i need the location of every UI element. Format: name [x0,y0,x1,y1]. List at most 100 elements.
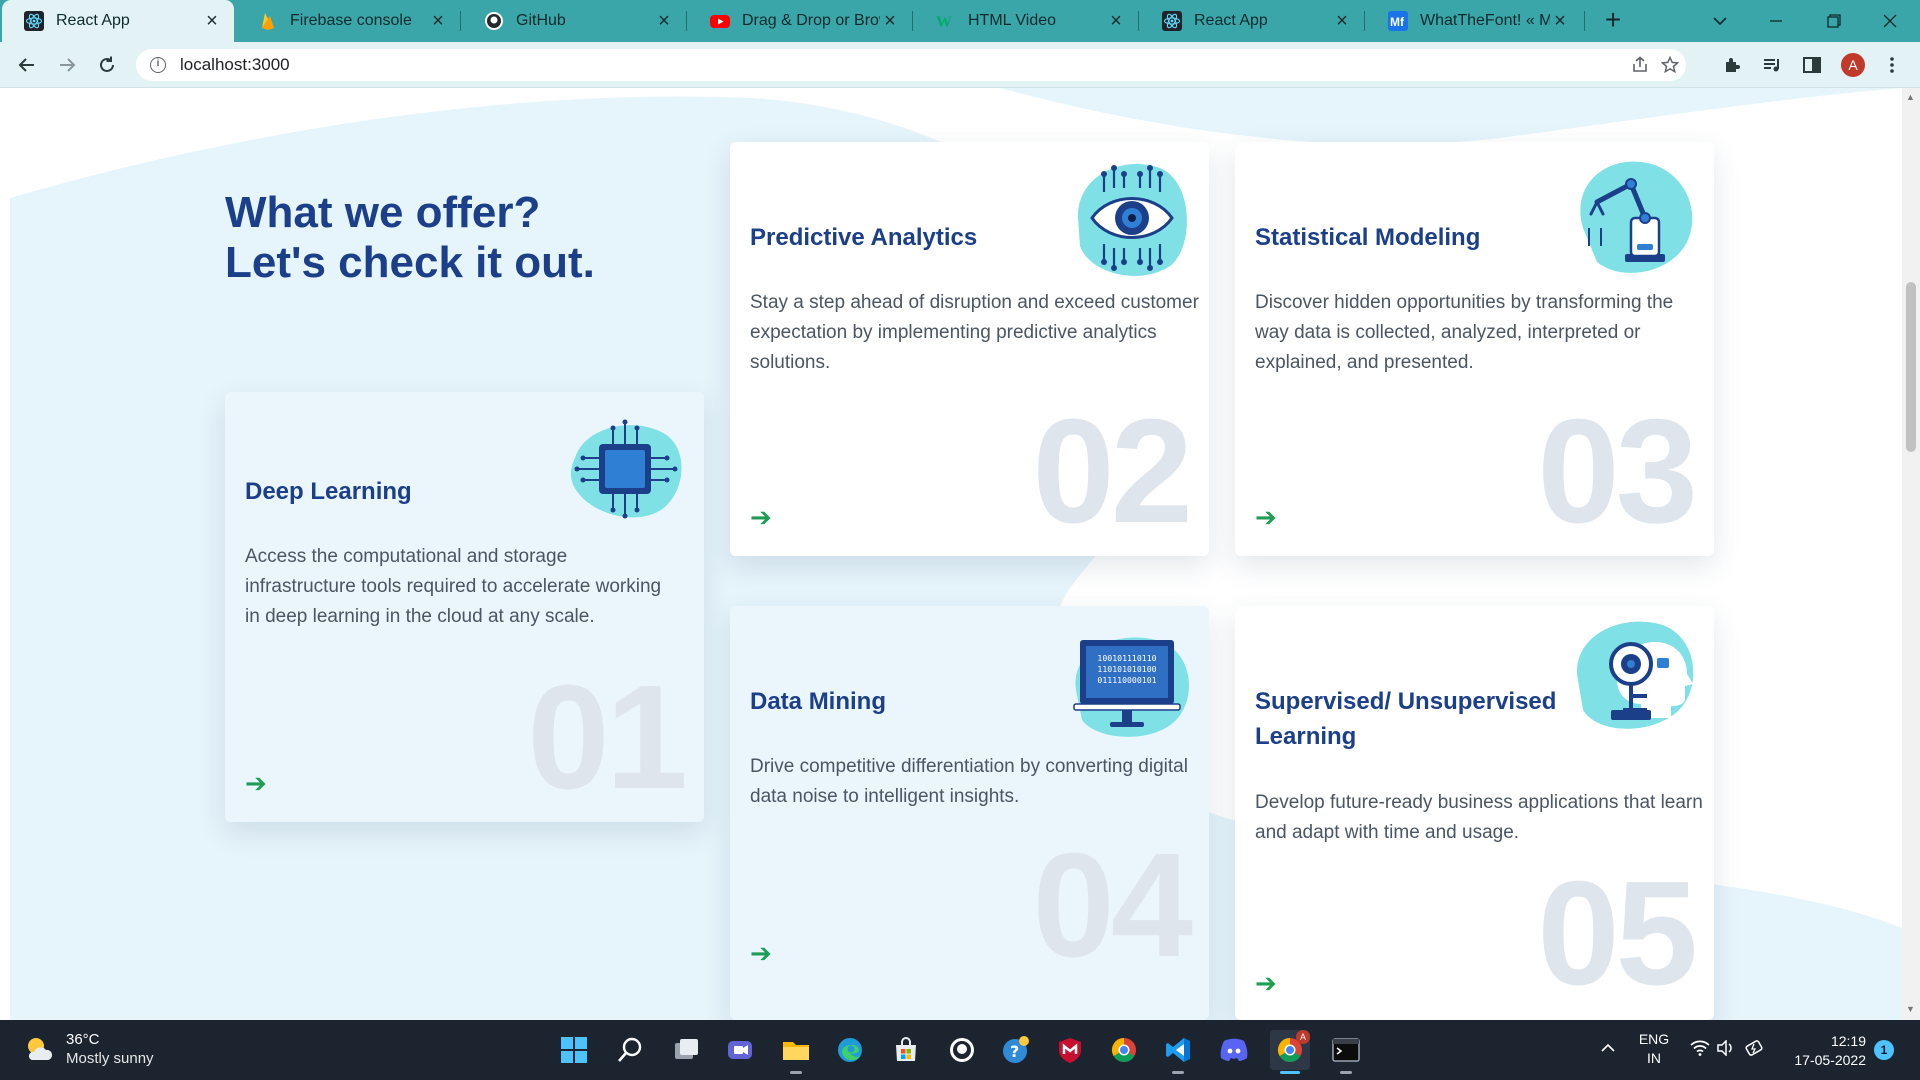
show-hidden-icons-chevron-icon[interactable] [1600,1040,1616,1057]
volume-icon[interactable] [1716,1039,1736,1060]
service-card-data-mining[interactable]: 04 100101110110 110101010100 01111000010… [730,606,1209,1020]
scrollbar-thumb[interactable] [1906,282,1916,452]
teams-chat-icon [728,1041,752,1059]
start-button[interactable] [554,1030,594,1070]
tab-title: HTML Video [968,12,1057,29]
svg-text:Mf: Mf [1390,15,1405,29]
profile-avatar[interactable]: A [1841,53,1865,77]
mcafee-shield-icon [1059,1038,1081,1063]
card-number: 04 [1032,823,1193,988]
extensions-icon[interactable] [1720,53,1744,77]
close-tab-icon[interactable]: × [1332,11,1352,31]
menu-kebab-icon[interactable] [1880,53,1904,77]
minimize-icon [1770,20,1782,22]
reload-button[interactable] [92,50,122,80]
read-more-arrow-icon[interactable]: ➔ [750,940,772,966]
task-view-button[interactable] [666,1030,706,1070]
scroll-down-arrow-icon[interactable]: ▼ [1906,1004,1915,1014]
service-card-deep-learning[interactable]: 01 Deep Learning Access the computationa… [225,392,704,822]
media-control-icon[interactable] [1760,53,1784,77]
tab-separator [1138,11,1139,31]
read-more-arrow-icon[interactable]: ➔ [750,504,772,530]
w3schools-icon: W [936,11,956,31]
close-tab-icon[interactable]: × [202,11,222,31]
share-icon[interactable] [1630,55,1650,75]
terminal-button[interactable] [1326,1030,1366,1074]
store-icon [896,1037,916,1061]
card-description: Discover hidden opportunities by transfo… [1255,292,1674,373]
tab-react-app[interactable]: React App × [2,0,234,42]
close-tab-icon[interactable]: × [880,11,900,31]
tab-drag-drop[interactable]: Drag & Drop or Brow × [688,0,912,42]
close-tab-icon[interactable]: × [1106,11,1126,31]
close-window-button[interactable] [1862,0,1918,42]
card-description: Stay a step ahead of disruption and exce… [750,292,1199,373]
chip-icon [565,414,689,529]
tab-github[interactable]: GitHub × [462,0,686,42]
tab-separator [686,11,687,31]
weather-widget[interactable]: 36°C Mostly sunny [24,1030,154,1068]
tab-search-button[interactable] [1692,0,1748,42]
running-indicator [1172,1071,1184,1074]
close-tab-icon[interactable]: × [1550,11,1570,31]
github-desktop-button[interactable] [942,1030,982,1070]
address-bar[interactable]: i localhost:3000 [136,49,1686,81]
section-heading: What we offer? Let's check it out. [225,188,595,288]
service-card-predictive-analytics[interactable]: 02 Predictive Analytics Stay a step ahea… [730,142,1209,556]
service-card-statistical-modeling[interactable]: 03 Statistical Modeling Discover hidden … [1235,142,1714,556]
chrome-profile-button[interactable]: A [1270,1030,1310,1074]
card-number: 03 [1537,389,1698,554]
region-code: IN [1647,1050,1661,1066]
edge-button[interactable] [830,1030,870,1070]
file-explorer-button[interactable] [776,1030,816,1074]
scroll-up-arrow-icon[interactable]: ▲ [1906,92,1915,102]
chrome-button[interactable] [1104,1030,1144,1070]
close-tab-icon[interactable]: × [654,11,674,31]
vscode-icon [1166,1038,1190,1062]
side-panel-icon[interactable] [1800,53,1824,77]
teams-chat-button[interactable] [720,1030,760,1070]
language-code: ENG [1638,1031,1670,1047]
language-indicator[interactable]: ENG IN [1636,1030,1672,1068]
tab-title: Drag & Drop or Brow [742,12,880,29]
binary-line: 100101110110 [1097,653,1156,663]
tab-whatthefont[interactable]: Mf WhatTheFont! « MyFo × [1366,0,1582,42]
tab-firebase-console[interactable]: Firebase console × [236,0,460,42]
forward-button[interactable] [52,50,82,80]
tab-html-video[interactable]: W HTML Video × [914,0,1138,42]
back-button[interactable] [12,50,42,80]
vscode-button[interactable] [1158,1030,1198,1074]
restore-button[interactable] [1806,0,1862,42]
close-icon [1883,14,1897,28]
clock[interactable]: 12:19 17-05-2022 [1782,1032,1866,1070]
read-more-arrow-icon[interactable]: ➔ [1255,504,1277,530]
store-button[interactable] [886,1030,926,1070]
card-number: 01 [527,655,688,820]
card-number: 05 [1537,851,1698,1016]
firebase-icon [258,11,278,31]
discord-button[interactable] [1214,1030,1254,1070]
site-info-icon[interactable]: i [150,57,166,73]
tab-react-app-2[interactable]: React App × [1140,0,1364,42]
help-button[interactable]: ? [996,1030,1036,1070]
search-button[interactable] [610,1030,650,1070]
card-title: Supervised/ Unsupervised Learning [1255,688,1557,750]
vertical-scrollbar[interactable]: ▲ ▼ [1902,88,1920,1020]
weather-condition: Mostly sunny [66,1050,154,1067]
notification-count-badge[interactable]: 1 [1874,1040,1894,1060]
wifi-icon[interactable] [1690,1040,1710,1060]
bookmark-star-icon[interactable] [1660,55,1680,75]
tab-title: GitHub [516,12,566,29]
card-title: Statistical Modeling [1255,224,1481,251]
tab-title: React App [56,12,130,29]
battery-charging-icon[interactable] [1744,1040,1766,1060]
close-tab-icon[interactable]: × [428,11,448,31]
new-tab-button[interactable]: + [1598,6,1628,36]
get-help-icon: ? [1003,1036,1029,1063]
minimize-button[interactable] [1748,0,1804,42]
page-viewport: What we offer? Let's check it out. 01 De… [0,88,1902,1020]
read-more-arrow-icon[interactable]: ➔ [245,770,267,796]
read-more-arrow-icon[interactable]: ➔ [1255,970,1277,996]
mcafee-button[interactable] [1050,1030,1090,1070]
service-card-supervised-learning[interactable]: 05 Supervised/ Unsupervised Learning Dev… [1235,606,1714,1020]
